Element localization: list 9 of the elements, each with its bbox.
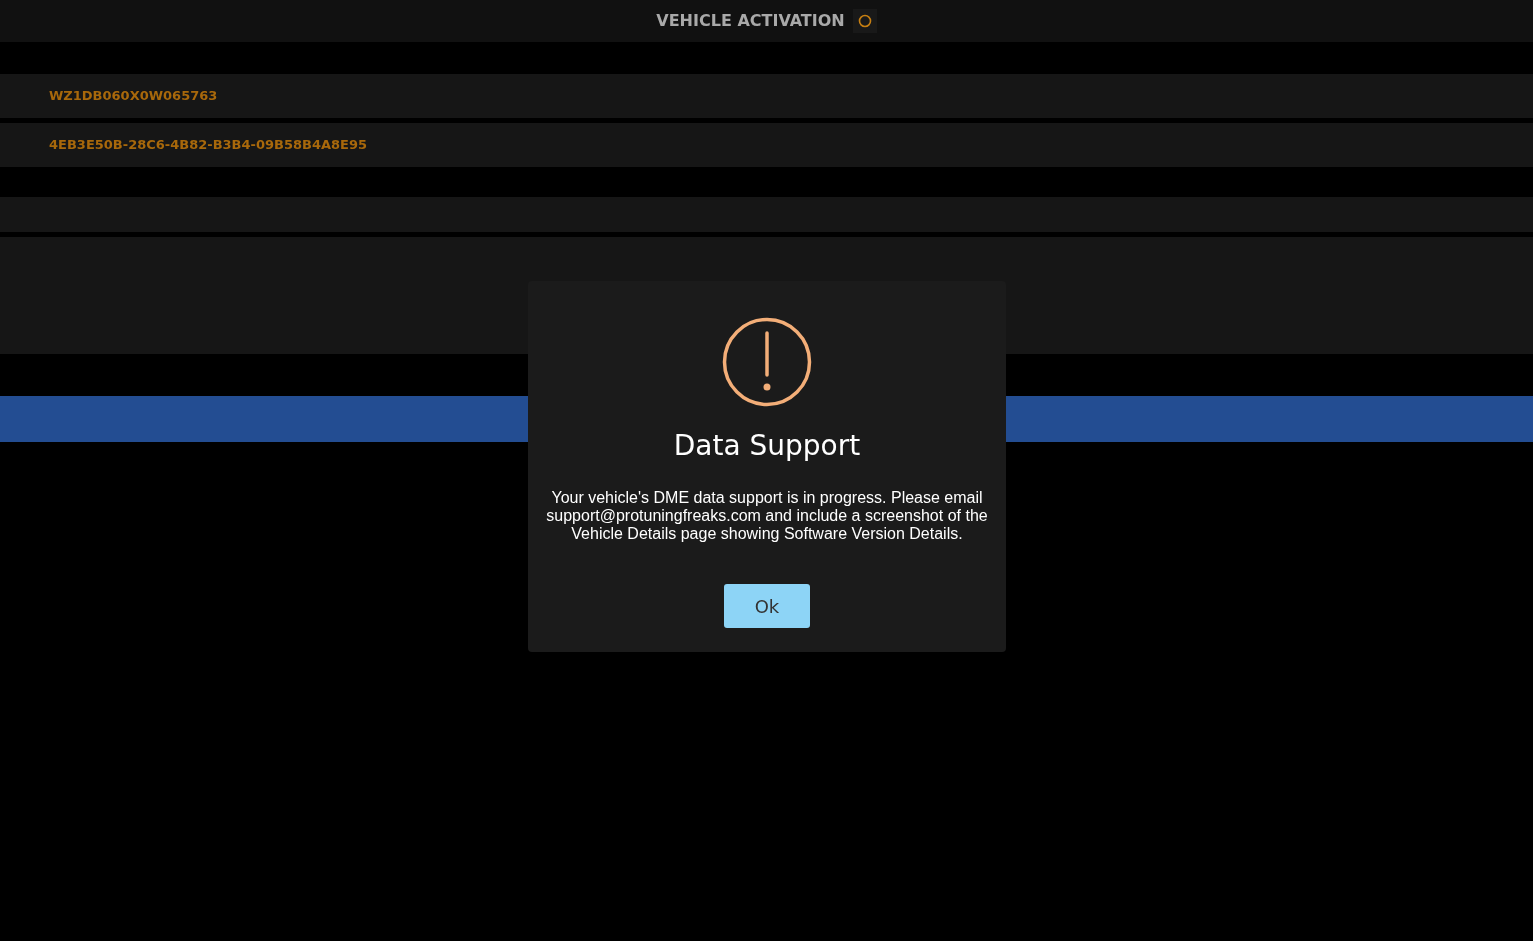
warning-icon bbox=[722, 317, 812, 407]
ring-icon bbox=[857, 14, 872, 28]
page-title: VEHICLE ACTIVATION bbox=[656, 10, 845, 32]
dialog-title: Data Support bbox=[672, 428, 862, 464]
status-button[interactable] bbox=[852, 9, 877, 33]
field-value: WZ1DB060X0W065763 bbox=[49, 87, 218, 106]
field-value: 4EB3E50B-28C6-4B82-B3B4-09B58B4A8E95 bbox=[49, 136, 368, 155]
dialog-message: Your vehicle's DME data support is in progress. Please email support@protuningfreaks.com and include a screenshot of the Vehicle Details page showing Software Version Details. bbox=[545, 489, 989, 543]
ok-button[interactable]: Ok bbox=[724, 584, 810, 628]
